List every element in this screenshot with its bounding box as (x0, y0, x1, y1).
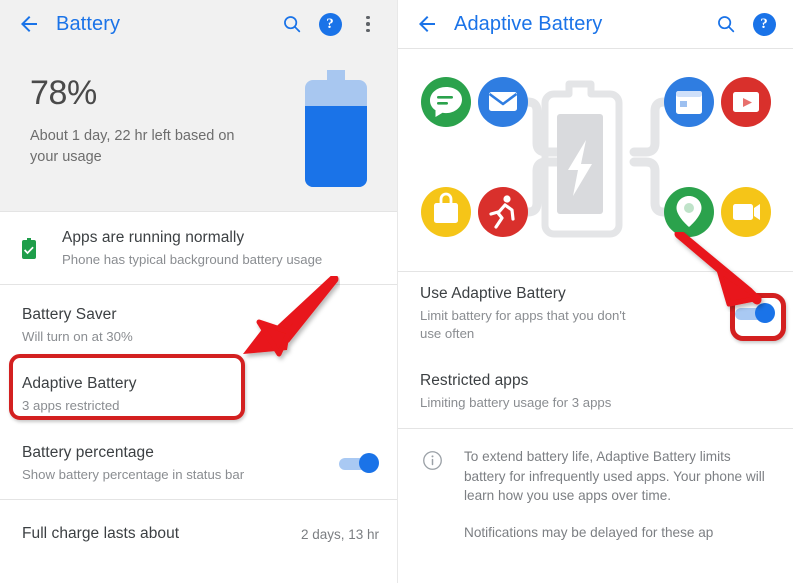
help-icon[interactable]: ? (747, 7, 781, 41)
bag-icon (420, 187, 471, 237)
help-icon-glyph: ? (318, 12, 342, 36)
list-item-title: Restricted apps (420, 371, 529, 389)
info-paragraph-2: Notifications may be delayed for these a… (464, 525, 714, 541)
list-item-text: Battery Saver Will turn on at 30% (22, 305, 379, 346)
page-title: Battery (56, 12, 121, 35)
left-app-bar: Battery ? (0, 0, 397, 48)
right-app-bar: Adaptive Battery ? (398, 0, 793, 48)
list-item-subtitle: Limiting battery usage for 3 apps (420, 394, 612, 410)
list-item-value: 2 days, 13 hr (300, 526, 379, 542)
battery-level-icon (305, 70, 367, 187)
overflow-dots (366, 15, 370, 33)
list-item[interactable]: Full charge lasts about 2 days, 13 hr (0, 508, 397, 560)
adaptive-battery-illustration (398, 49, 793, 271)
toggle-knob (359, 453, 379, 473)
adaptive-battery-screen: Adaptive Battery ? Use Adaptive Battery … (397, 0, 793, 583)
help-icon[interactable]: ? (313, 7, 347, 41)
calendar-icon (663, 77, 714, 127)
list-item-subtitle: Phone has typical background battery usa… (62, 251, 323, 267)
overflow-menu-icon[interactable] (351, 7, 385, 41)
list-item-restricted-apps[interactable]: Restricted apps Limiting battery usage f… (398, 354, 793, 428)
list-item-title: Battery percentage (22, 443, 154, 461)
battery-hero: 78% About 1 day, 22 hr left based on you… (0, 48, 397, 211)
dual-screenshot-container: Battery ? 78% About 1 day, 22 hr left ba… (0, 0, 793, 583)
list-item-subtitle: Show battery percentage in status bar (22, 466, 245, 482)
battery-percentage-toggle[interactable] (339, 453, 379, 473)
battery-settings-screen: Battery ? 78% About 1 day, 22 hr left ba… (0, 0, 397, 583)
info-paragraph-1: To extend battery life, Adaptive Battery… (464, 449, 765, 504)
list-item[interactable]: Apps are running normally Phone has typi… (0, 212, 397, 284)
help-icon-glyph: ? (752, 12, 776, 36)
arrow-back-icon[interactable] (12, 7, 46, 41)
list-item[interactable]: Screen usage since full charge 53 min (0, 568, 397, 583)
list-item-subtitle: Limit battery for apps that you don't us… (420, 308, 626, 341)
list-item[interactable]: Battery Saver Will turn on at 30% (0, 285, 397, 361)
location-icon (663, 187, 714, 237)
list-item-text: Adaptive Battery 3 apps restricted (22, 374, 379, 415)
video-icon (720, 77, 771, 127)
battery-ok-icon (22, 237, 62, 259)
list-item-title: Adaptive Battery (22, 374, 137, 392)
camera-icon (720, 187, 771, 237)
list-item[interactable]: Battery percentage Show battery percenta… (0, 427, 397, 499)
info-block: To extend battery life, Adaptive Battery… (398, 429, 793, 543)
arrow-back-icon[interactable] (410, 7, 444, 41)
toggle-knob (755, 303, 775, 323)
battery-estimate-text: About 1 day, 22 hr left based on your us… (30, 128, 235, 165)
list-item-text: Use Adaptive Battery Limit battery for a… (420, 284, 735, 342)
list-item-title: Apps are running normally (62, 228, 245, 246)
mail-icon (477, 77, 528, 127)
info-icon (422, 447, 464, 543)
sidebar-item-adaptive-battery[interactable]: Adaptive Battery 3 apps restricted (0, 361, 397, 427)
list-item-use-adaptive-battery[interactable]: Use Adaptive Battery Limit battery for a… (398, 272, 793, 354)
list-item-text: Battery percentage Show battery percenta… (22, 443, 339, 484)
divider (0, 499, 397, 500)
list-item-text: Restricted apps Limiting battery usage f… (420, 371, 775, 412)
list-item-title: Full charge lasts about (22, 525, 180, 543)
search-icon[interactable] (275, 7, 309, 41)
list-item-text: Apps are running normally Phone has typi… (62, 228, 379, 269)
list-item-title: Use Adaptive Battery (420, 284, 566, 302)
list-item-subtitle: Will turn on at 30% (22, 328, 133, 344)
list-item-subtitle: 3 apps restricted (22, 397, 120, 413)
use-adaptive-battery-toggle[interactable] (735, 303, 775, 323)
page-title: Adaptive Battery (454, 12, 603, 35)
fitness-icon (477, 187, 528, 237)
search-icon[interactable] (709, 7, 743, 41)
list-item-text: Full charge lasts about (22, 524, 291, 543)
info-text-body: To extend battery life, Adaptive Battery… (464, 447, 771, 543)
list-item-title: Battery Saver (22, 305, 117, 323)
messages-icon (420, 77, 471, 127)
